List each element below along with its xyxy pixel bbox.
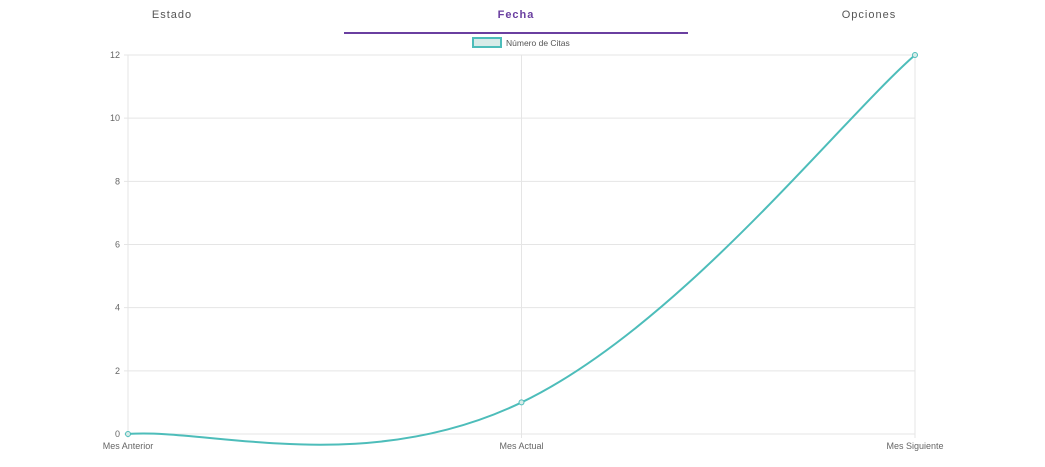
data-point[interactable]: [912, 52, 918, 58]
x-tick-label: Mes Actual: [499, 441, 543, 451]
y-tick-label: 0: [115, 429, 120, 439]
line-chart: 0 2 4 6 8 10 12 Mes Anterior Mes Actual Mes Sigu…: [103, 37, 944, 451]
y-tick-label: 4: [115, 303, 120, 313]
y-tick-label: 8: [115, 176, 120, 186]
y-tick-label: 12: [110, 50, 120, 60]
y-tick-label: 2: [115, 366, 120, 376]
data-point[interactable]: [125, 431, 131, 437]
chart-grid: [124, 54, 916, 438]
chart-legend[interactable]: Número de Citas: [472, 37, 570, 48]
data-point[interactable]: [518, 399, 525, 406]
y-tick-label: 6: [115, 240, 120, 250]
x-tick-label: Mes Siguiente: [886, 441, 943, 451]
tab-bar: Estado Fecha Opciones: [0, 0, 1045, 34]
x-tick-label: Mes Anterior: [103, 441, 154, 451]
y-tick-label: 10: [110, 113, 120, 123]
x-axis: Mes Anterior Mes Actual Mes Siguiente: [103, 441, 944, 451]
tab-fecha[interactable]: Fecha: [344, 0, 688, 34]
legend-swatch: [472, 37, 502, 48]
tab-opciones[interactable]: Opciones: [697, 0, 1041, 32]
y-axis: 0 2 4 6 8 10 12: [110, 50, 120, 439]
legend-label: Número de Citas: [506, 38, 570, 48]
tab-estado[interactable]: Estado: [0, 0, 344, 32]
